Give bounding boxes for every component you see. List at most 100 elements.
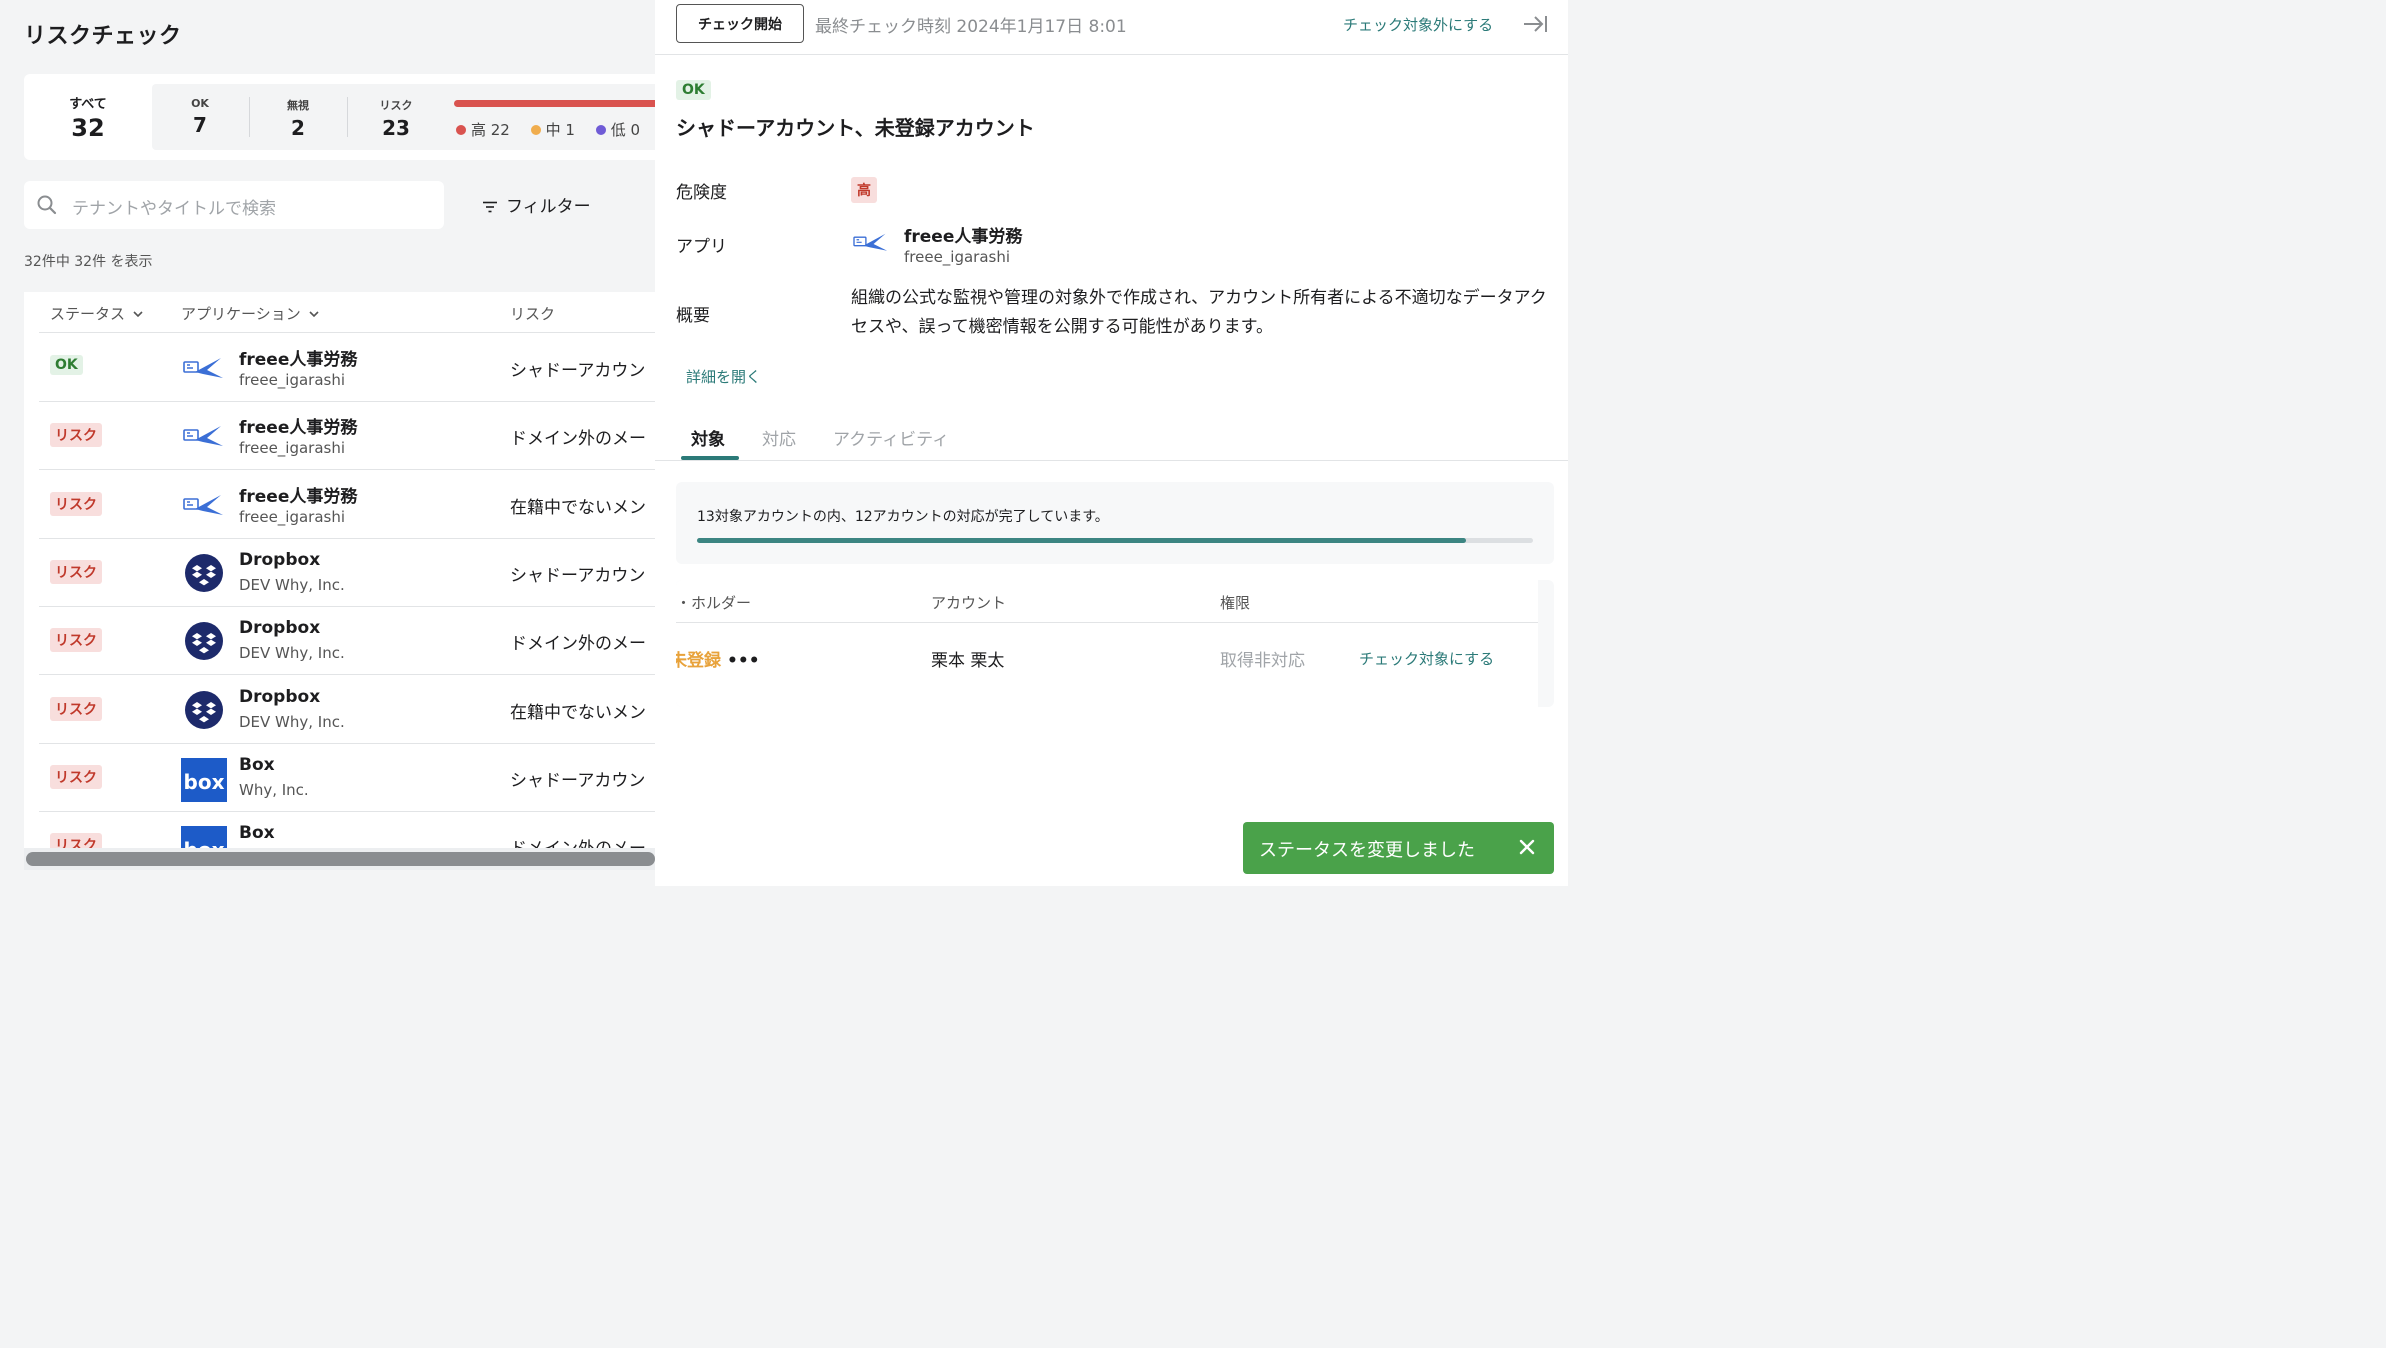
status-badge: リスク: [50, 491, 102, 516]
close-icon[interactable]: [1518, 838, 1536, 856]
risk-title: シャドーアカウン: [510, 361, 646, 381]
summary-ignore-label: 無視: [287, 99, 309, 112]
start-check-button[interactable]: チェック開始: [676, 4, 804, 43]
application-column-header[interactable]: アプリケーション: [181, 303, 319, 324]
summary-ignore[interactable]: 無視 2: [250, 84, 346, 150]
dropbox-icon: [181, 690, 227, 730]
status-badge: リスク: [50, 628, 102, 653]
table-row[interactable]: リスク Dropbox DEV Why, Inc. ドメイン外のメー: [39, 607, 655, 676]
detail-toolbar: チェック開始 最終チェック時刻 2024年1月17日 8:01 チェック対象外に…: [655, 0, 1568, 55]
permission-value: 取得非対応: [1220, 651, 1305, 671]
status-header-label: ステータス: [50, 305, 126, 323]
accounts-table-inner: ・ホルダー アカウント 権限 未登録 ••• 栗本 栗太 取得非対応 チェック対象…: [676, 580, 1538, 707]
summary-ok[interactable]: OK 7: [152, 84, 248, 150]
search-input[interactable]: テナントやタイトルで検索: [24, 181, 444, 229]
progress-text: 13対象アカウントの内、12アカウントの対応が完了しています。: [697, 509, 1109, 525]
toast-notification: ステータスを変更しました: [1243, 822, 1554, 874]
summary-text: 組織の公式な監視や管理の対象外で作成され、アカウント所有者による不適切なデータア…: [851, 288, 1547, 337]
table-row: 未登録 ••• 栗本 栗太 取得非対応 チェック対象にする: [676, 624, 1538, 690]
legend-mid-dot: [530, 125, 541, 135]
unregistered-status: 未登録: [676, 651, 721, 671]
result-count: 32件中 32件 を表示: [24, 254, 153, 270]
last-check-time: 最終チェック時刻 2024年1月17日 8:01: [815, 17, 1127, 37]
horizontal-scrollbar[interactable]: [26, 852, 655, 866]
exclude-from-check-link[interactable]: チェック対象外にする: [1343, 14, 1493, 35]
table-row[interactable]: リスク Dropbox DEV Why, Inc. シャドーアカウン: [39, 539, 655, 607]
chevron-down-icon: [133, 311, 143, 318]
table-row[interactable]: リスク box Box Why, Inc. シャドーアカウン: [39, 744, 655, 812]
detail-panel: チェック開始 最終チェック時刻 2024年1月17日 8:01 チェック対象外に…: [655, 0, 1568, 886]
detail-app-name: freee人事労務: [904, 227, 1023, 247]
app-org: DEV Why, Inc.: [239, 644, 345, 663]
app-org: Why, Inc.: [239, 780, 309, 799]
summary-all-value: 32: [71, 114, 105, 142]
summary-all[interactable]: すべて 32: [24, 74, 152, 160]
filter-button[interactable]: フィルター: [482, 192, 591, 217]
summary-breakdown: OK 7 無視 2 リスク 23 高 22 中 1 低 0: [152, 84, 655, 150]
app-name: freee人事労務: [239, 418, 358, 439]
progress-fill: [697, 538, 1467, 543]
app-label: アプリ: [676, 237, 727, 257]
summary-risk-label: リスク: [379, 99, 413, 112]
summary-card: すべて 32 OK 7 無視 2 リスク 23 高 22 中 1 低 0: [24, 74, 655, 160]
table-row[interactable]: リスク freee人事労務 freee_igarashi 在籍中でないメン: [39, 471, 655, 539]
tab-responses[interactable]: 対応: [762, 425, 796, 450]
toast-message: ステータスを変更しました: [1259, 840, 1475, 861]
app-name: Box: [239, 754, 275, 775]
freee-icon: [181, 416, 227, 456]
legend-low-dot: [595, 125, 606, 135]
severity-legend: 高 22 中 1 低 0: [456, 119, 655, 140]
accounts-table: ・ホルダー アカウント 権限 未登録 ••• 栗本 栗太 取得非対応 チェック対象…: [676, 580, 1554, 707]
status-badge: リスク: [50, 423, 102, 448]
detail-title: シャドーアカウント、未登録アカウント: [676, 116, 1035, 140]
risk-title: ドメイン外のメー: [510, 429, 646, 450]
app-name: Dropbox: [239, 549, 321, 570]
open-details-link[interactable]: 詳細を開く: [686, 366, 761, 387]
severity-badge: 高: [851, 177, 877, 203]
status-column-header[interactable]: ステータス: [50, 303, 143, 324]
summary-all-label: すべて: [69, 97, 107, 112]
tab-activity[interactable]: アクティビティ: [833, 425, 949, 450]
status-badge: リスク: [50, 696, 102, 721]
status-badge: リスク: [50, 559, 102, 584]
more-options-button[interactable]: •••: [727, 651, 760, 671]
holder-column-header: ・ホルダー: [676, 594, 752, 612]
include-in-check-link[interactable]: チェック対象にする: [1359, 648, 1494, 669]
chevron-down-icon: [309, 311, 319, 318]
account-column-header: アカウント: [931, 594, 1007, 612]
application-header-label: アプリケーション: [181, 305, 301, 323]
legend-high-label: 高 22: [471, 121, 510, 139]
risk-column-header: リスク: [510, 305, 556, 323]
filter-label: フィルター: [506, 197, 591, 217]
progress-track: [697, 538, 1533, 543]
summary-label: 概要: [676, 306, 710, 326]
risk-title: ドメイン外のメー: [510, 634, 646, 655]
box-icon: box: [181, 757, 227, 804]
app-org: freee_igarashi: [239, 371, 346, 389]
summary-risk[interactable]: リスク 23: [348, 84, 444, 150]
collapse-panel-icon[interactable]: [1521, 12, 1549, 36]
risk-title: 在籍中でないメン: [510, 497, 646, 518]
legend-mid: 中 1: [530, 121, 575, 139]
tab-targets[interactable]: 対象: [691, 425, 725, 450]
app-org: DEV Why, Inc.: [239, 575, 345, 594]
svg-text:box: box: [184, 770, 225, 794]
table-row[interactable]: リスク Dropbox DEV Why, Inc. 在籍中でないメン: [39, 676, 655, 744]
summary-ok-value: 7: [193, 113, 207, 137]
dropbox-icon: [181, 553, 227, 593]
holder-cell: 未登録 •••: [676, 646, 760, 671]
freee-icon: [181, 485, 227, 525]
legend-high-dot: [456, 125, 466, 135]
legend-low: 低 0: [595, 121, 640, 139]
app-org: freee_igarashi: [239, 507, 346, 526]
severity-label: 危険度: [676, 183, 727, 203]
risk-severity-bar: [454, 100, 655, 107]
account-name: 栗本 栗太: [931, 651, 1005, 671]
detail-tabs: 対象 対応 アクティビティ: [655, 420, 1568, 461]
table-row[interactable]: OK freee人事労務 freee_igarashi シャドーアカウン: [39, 334, 655, 402]
table-header: ステータス アプリケーション リスク: [39, 292, 655, 333]
app-org: DEV Why, Inc.: [239, 712, 345, 731]
status-badge: リスク: [50, 764, 102, 789]
page-title: リスクチェック: [24, 24, 182, 49]
table-row[interactable]: リスク freee人事労務 freee_igarashi ドメイン外のメー: [39, 402, 655, 471]
